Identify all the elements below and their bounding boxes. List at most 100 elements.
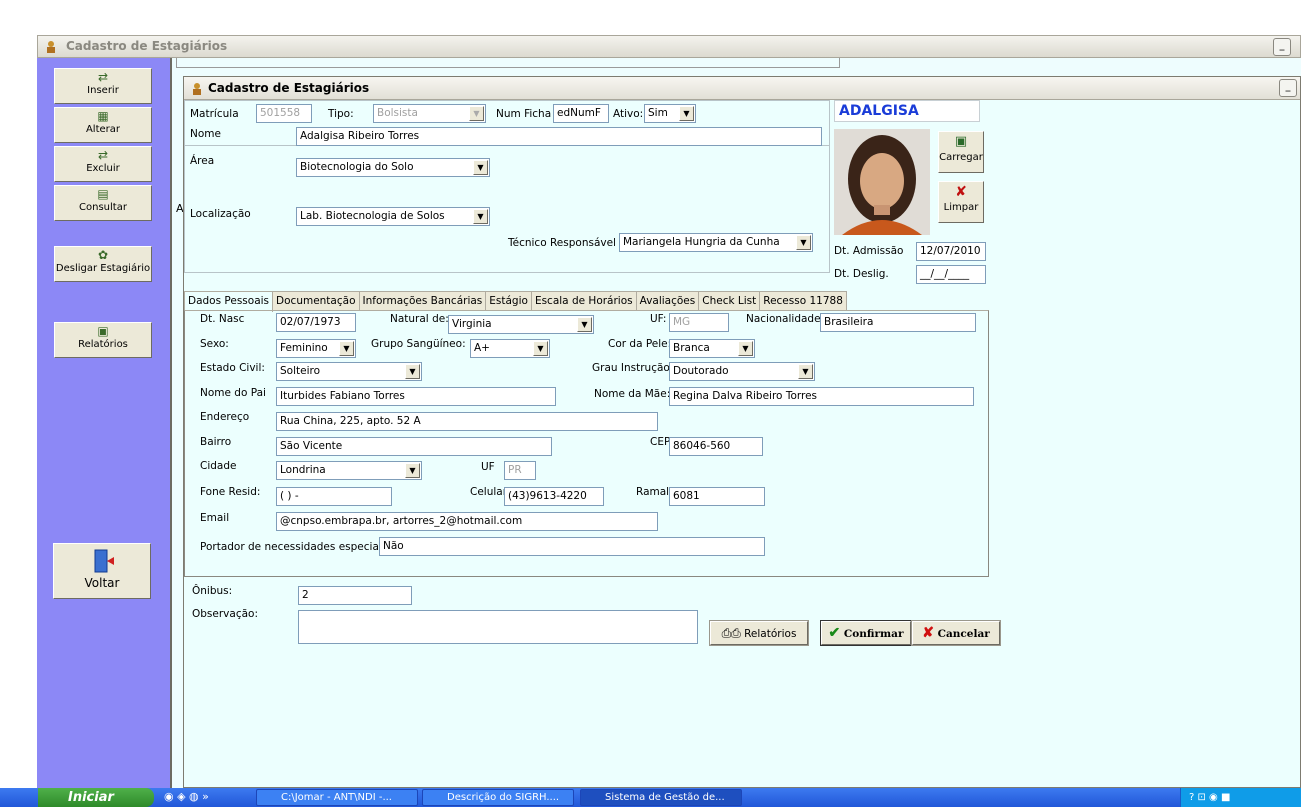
outer-minimize-button[interactable]: _	[1273, 38, 1291, 56]
tecnico-select[interactable]: Mariangela Hungria da Cunha ▼	[619, 233, 813, 252]
app-label: Sistema de Gestão de...	[605, 792, 725, 803]
tipo-select[interactable]: Bolsista ▼	[373, 104, 486, 123]
mae-field[interactable]: Regina Dalva Ribeiro Torres	[669, 387, 974, 406]
area-box	[184, 145, 830, 273]
nome-field[interactable]: Adalgisa Ribeiro Torres	[296, 127, 822, 146]
sangue-select[interactable]: A+ ▼	[470, 339, 550, 358]
pai-label: Nome do Pai	[200, 387, 266, 399]
celular-field[interactable]: (43)9613-4220	[504, 487, 604, 506]
uf1-field[interactable]: MG	[669, 313, 729, 332]
tipo-label: Tipo:	[328, 108, 354, 120]
confirm-button-label: Confirmar	[843, 628, 904, 640]
observacao-textarea[interactable]	[298, 610, 698, 644]
dialog-icon	[190, 81, 204, 95]
chevron-down-icon: ▼	[339, 341, 354, 356]
confirm-button[interactable]: ✔ Confirmar	[820, 620, 912, 646]
ativo-select[interactable]: Sim ▼	[644, 104, 696, 123]
start-button[interactable]: Iniciar	[38, 788, 154, 807]
disconnect-label: Desligar Estagiário	[55, 263, 151, 274]
close-icon: ✘	[922, 625, 934, 641]
pele-select[interactable]: Branca ▼	[669, 339, 755, 358]
reports-button-label: Relatórios	[744, 628, 797, 640]
dialog-title-bar: Cadastro de Estagiários _	[184, 77, 1300, 100]
query-button[interactable]: ▤ Consultar	[54, 185, 152, 221]
bairro-field[interactable]: São Vicente	[276, 437, 552, 456]
chevron-down-icon: ▼	[473, 160, 488, 175]
localizacao-label: Localização	[190, 208, 251, 220]
uf1-label: UF:	[650, 313, 667, 325]
insert-button[interactable]: ⇄ Inserir	[54, 68, 152, 104]
ramal-field[interactable]: 6081	[669, 487, 765, 506]
sangue-value: A+	[474, 342, 490, 354]
sexo-value: Feminino	[280, 342, 328, 354]
taskbar-item-document[interactable]: Descrição do SIGRH....	[422, 789, 574, 806]
admissao-field[interactable]: 12/07/2010	[916, 242, 986, 261]
admissao-label: Dt. Admissão	[834, 245, 904, 257]
cep-field[interactable]: 86046-560	[669, 437, 763, 456]
alter-label: Alterar	[85, 124, 121, 135]
natural-select[interactable]: Virginia ▼	[448, 315, 594, 334]
system-tray[interactable]: ? ⊡ ◉ ■	[1180, 788, 1301, 807]
chevron-down-icon: ▼	[405, 364, 420, 379]
reports-button[interactable]: ⎙⎙ Relatórios	[709, 620, 809, 646]
edit-icon: ▦	[97, 109, 109, 123]
tab-check-list[interactable]: Check List	[698, 291, 761, 310]
tab-estagio[interactable]: Estágio	[485, 291, 532, 310]
insert-label: Inserir	[87, 85, 119, 96]
taskbar-item-folder[interactable]: C:\Jomar - ANT\NDI -...	[256, 789, 418, 806]
tab-avaliacoes[interactable]: Avaliações	[635, 291, 700, 310]
onibus-field[interactable]: 2	[298, 586, 412, 605]
dialog-minimize-button[interactable]: _	[1279, 79, 1297, 97]
toolbar-panel: ⇄ Inserir ▦ Alterar ⇄ Excluir ▤ Consulta…	[37, 58, 170, 788]
civil-label: Estado Civil:	[200, 362, 265, 374]
query-icon: ▤	[97, 187, 109, 201]
delete-icon: ⇄	[97, 148, 109, 162]
localizacao-select[interactable]: Lab. Biotecnologia de Solos ▼	[296, 207, 490, 226]
necessidades-field[interactable]: Não	[379, 537, 765, 556]
tipo-value: Bolsista	[377, 107, 418, 119]
tab-recesso[interactable]: Recesso 11788	[759, 291, 847, 310]
area-label: Área	[190, 155, 215, 167]
uf2-field[interactable]: PR	[504, 461, 536, 480]
num-ficha-field[interactable]: edNumF	[553, 104, 609, 123]
tab-documentacao[interactable]: Documentação	[272, 291, 360, 310]
delete-button[interactable]: ⇄ Excluir	[54, 146, 152, 182]
tab-informacoes-bancarias[interactable]: Informações Bancárias	[358, 291, 487, 310]
chevron-down-icon: ▼	[405, 463, 420, 478]
computer-icon: ▣	[954, 134, 968, 149]
localizacao-value: Lab. Biotecnologia de Solos	[300, 210, 445, 222]
instrucao-select[interactable]: Doutorado ▼	[669, 362, 815, 381]
num-ficha-label: Num Ficha	[496, 108, 552, 120]
quick-launch-icons[interactable]: ◉ ◈ ◍ »	[164, 790, 209, 803]
door-exit-icon	[54, 544, 150, 576]
reports-side-button[interactable]: ▣ Relatórios	[54, 322, 152, 358]
taskbar-item-app[interactable]: Sistema de Gestão de...	[580, 789, 742, 806]
intern-photo	[834, 129, 930, 235]
back-button[interactable]: Voltar	[53, 543, 151, 599]
area-select[interactable]: Biotecnologia do Solo ▼	[296, 158, 490, 177]
alter-button[interactable]: ▦ Alterar	[54, 107, 152, 143]
chevron-down-icon: ▼	[679, 106, 694, 121]
civil-select[interactable]: Solteiro ▼	[276, 362, 422, 381]
necessidades-label: Portador de necessidades especiais	[200, 541, 388, 553]
endereco-field[interactable]: Rua China, 225, apto. 52 A	[276, 412, 658, 431]
tab-dados-pessoais[interactable]: Dados Pessoais	[184, 291, 274, 312]
load-photo-button[interactable]: ▣ Carregar	[938, 131, 984, 173]
matricula-field[interactable]: 501558	[256, 104, 312, 123]
clear-photo-button[interactable]: ✘ Limpar	[938, 181, 984, 223]
cidade-select[interactable]: Londrina ▼	[276, 461, 422, 480]
fone-field[interactable]: ( ) -	[276, 487, 392, 506]
pai-field[interactable]: Iturbides Fabiano Torres	[276, 387, 556, 406]
cancel-button[interactable]: ✘ Cancelar	[911, 620, 1001, 646]
disconnect-intern-button[interactable]: ✿ Desligar Estagiário	[54, 246, 152, 282]
nacionalidade-label: Nacionalidade:	[746, 313, 825, 325]
email-field[interactable]: @cnpso.embrapa.br, artorres_2@hotmail.co…	[276, 512, 658, 531]
chevron-down-icon: ▼	[533, 341, 548, 356]
nacionalidade-field[interactable]: Brasileira	[820, 313, 976, 332]
matricula-label: Matrícula	[190, 108, 239, 120]
tab-escala-de-horarios[interactable]: Escala de Horários	[530, 291, 637, 310]
deslig-field[interactable]: __/__/____	[916, 265, 986, 284]
printer-icon: ⎙⎙	[721, 626, 741, 640]
nasc-field[interactable]: 02/07/1973	[276, 313, 356, 332]
sexo-select[interactable]: Feminino ▼	[276, 339, 356, 358]
